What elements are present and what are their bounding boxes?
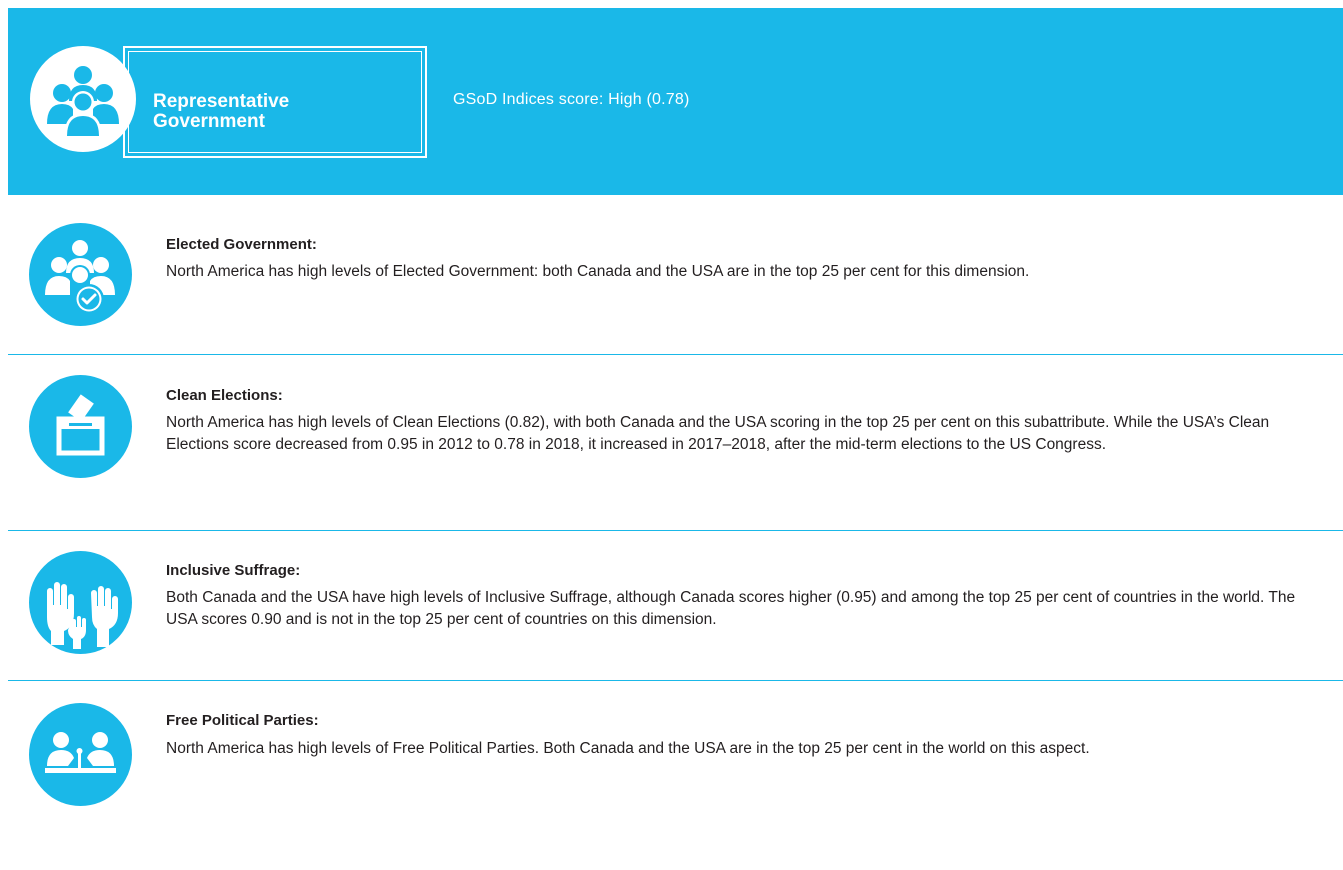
divider [8, 680, 1343, 681]
people-group-icon [30, 46, 136, 152]
divider [8, 530, 1343, 531]
section-body: North America has high levels of Clean E… [166, 414, 1270, 453]
title-frame: Representative Government [123, 46, 427, 158]
section-title: Inclusive Suffrage: [166, 562, 301, 579]
raised-hands-icon [29, 551, 132, 654]
ballot-box-icon [29, 375, 132, 478]
podium-speakers-icon [29, 703, 132, 806]
section-body: Both Canada and the USA have high levels… [166, 589, 1296, 628]
section-title: Free Political Parties: [166, 712, 319, 729]
attribute-title: Representative Government [153, 91, 290, 132]
section-body: North America has high levels of Free Po… [166, 740, 1090, 757]
divider [8, 354, 1343, 355]
section-title: Elected Government: [166, 236, 317, 253]
attribute-header: Representative Government GSoD Indices s… [8, 8, 1343, 195]
section-title: Clean Elections: [166, 387, 283, 404]
people-check-icon [29, 223, 132, 326]
indices-score: GSoD Indices score: High (0.78) [453, 91, 690, 108]
section-body: North America has high levels of Elected… [166, 263, 1030, 280]
